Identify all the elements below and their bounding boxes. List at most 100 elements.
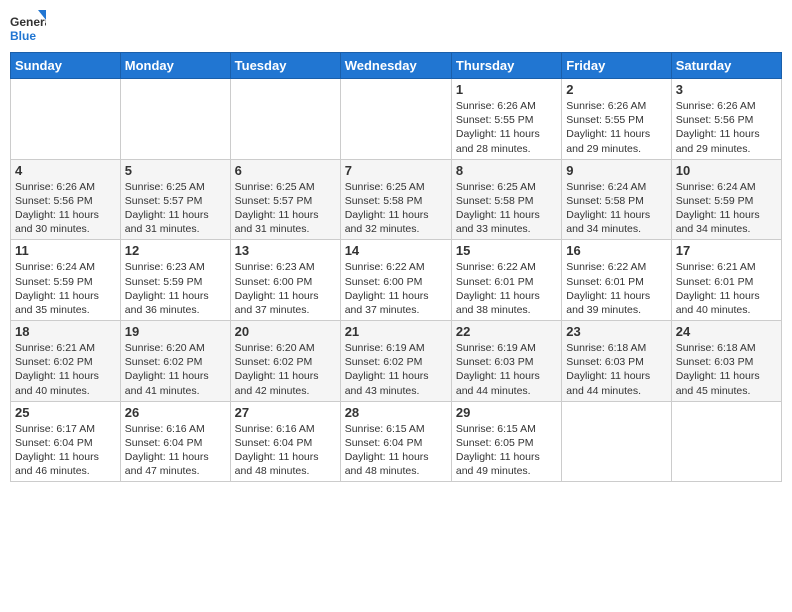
day-info: Sunrise: 6:26 AM Sunset: 5:56 PM Dayligh… [676,99,777,156]
day-number: 22 [456,324,557,339]
day-info: Sunrise: 6:19 AM Sunset: 6:02 PM Dayligh… [345,341,447,398]
calendar-cell: 22 Sunrise: 6:19 AM Sunset: 6:03 PM Dayli… [451,321,561,402]
calendar-cell: 2 Sunrise: 6:26 AM Sunset: 5:55 PM Daylig… [562,79,671,160]
day-info: Sunrise: 6:17 AM Sunset: 6:04 PM Dayligh… [15,422,116,479]
calendar-cell: 10 Sunrise: 6:24 AM Sunset: 5:59 PM Dayli… [671,159,781,240]
calendar-cell: 24 Sunrise: 6:18 AM Sunset: 6:03 PM Dayli… [671,321,781,402]
calendar-body: 1 Sunrise: 6:26 AM Sunset: 5:55 PM Daylig… [11,79,782,482]
calendar-cell: 25 Sunrise: 6:17 AM Sunset: 6:04 PM Dayli… [11,401,121,482]
day-number: 1 [456,82,557,97]
svg-text:Blue: Blue [10,29,36,43]
day-number: 19 [125,324,226,339]
calendar-cell: 18 Sunrise: 6:21 AM Sunset: 6:02 PM Dayli… [11,321,121,402]
day-number: 28 [345,405,447,420]
calendar-cell [340,79,451,160]
day-number: 9 [566,163,666,178]
day-info: Sunrise: 6:23 AM Sunset: 5:59 PM Dayligh… [125,260,226,317]
day-number: 25 [15,405,116,420]
calendar-cell: 12 Sunrise: 6:23 AM Sunset: 5:59 PM Dayli… [120,240,230,321]
day-info: Sunrise: 6:23 AM Sunset: 6:00 PM Dayligh… [235,260,336,317]
calendar-cell: 23 Sunrise: 6:18 AM Sunset: 6:03 PM Dayli… [562,321,671,402]
calendar-cell [671,401,781,482]
week-row-3: 11 Sunrise: 6:24 AM Sunset: 5:59 PM Dayli… [11,240,782,321]
calendar-cell: 3Sunrise: 6:26 AM Sunset: 5:56 PM Daylig… [671,79,781,160]
day-info: Sunrise: 6:19 AM Sunset: 6:03 PM Dayligh… [456,341,557,398]
day-number: 14 [345,243,447,258]
day-info: Sunrise: 6:21 AM Sunset: 6:01 PM Dayligh… [676,260,777,317]
day-info: Sunrise: 6:15 AM Sunset: 6:05 PM Dayligh… [456,422,557,479]
column-header-thursday: Thursday [451,53,561,79]
calendar-cell: 17 Sunrise: 6:21 AM Sunset: 6:01 PM Dayli… [671,240,781,321]
calendar-cell: 28 Sunrise: 6:15 AM Sunset: 6:04 PM Dayli… [340,401,451,482]
day-number: 24 [676,324,777,339]
day-number: 4 [15,163,116,178]
day-info: Sunrise: 6:25 AM Sunset: 5:57 PM Dayligh… [125,180,226,237]
day-info: Sunrise: 6:26 AM Sunset: 5:55 PM Dayligh… [566,99,666,156]
calendar-cell: 15 Sunrise: 6:22 AM Sunset: 6:01 PM Dayli… [451,240,561,321]
week-row-2: 4 Sunrise: 6:26 AM Sunset: 5:56 PM Daylig… [11,159,782,240]
calendar-cell: 9 Sunrise: 6:24 AM Sunset: 5:58 PM Daylig… [562,159,671,240]
calendar-cell: 20Sunrise: 6:20 AM Sunset: 6:02 PM Dayli… [230,321,340,402]
day-number: 12 [125,243,226,258]
day-info: Sunrise: 6:24 AM Sunset: 5:59 PM Dayligh… [676,180,777,237]
svg-text:General: General [10,15,46,29]
day-number: 29 [456,405,557,420]
calendar-cell: 16Sunrise: 6:22 AM Sunset: 6:01 PM Dayli… [562,240,671,321]
day-number: 18 [15,324,116,339]
day-number: 27 [235,405,336,420]
calendar-cell [230,79,340,160]
day-number: 5 [125,163,226,178]
day-number: 15 [456,243,557,258]
day-info: Sunrise: 6:20 AM Sunset: 6:02 PM Dayligh… [125,341,226,398]
day-info: Sunrise: 6:21 AM Sunset: 6:02 PM Dayligh… [15,341,116,398]
day-number: 23 [566,324,666,339]
calendar-cell: 14 Sunrise: 6:22 AM Sunset: 6:00 PM Dayli… [340,240,451,321]
day-number: 20 [235,324,336,339]
day-info: Sunrise: 6:25 AM Sunset: 5:57 PM Dayligh… [235,180,336,237]
day-info: Sunrise: 6:18 AM Sunset: 6:03 PM Dayligh… [676,341,777,398]
calendar-cell: 27 Sunrise: 6:16 AM Sunset: 6:04 PM Dayli… [230,401,340,482]
calendar-cell: 13Sunrise: 6:23 AM Sunset: 6:00 PM Dayli… [230,240,340,321]
calendar-cell: 29 Sunrise: 6:15 AM Sunset: 6:05 PM Dayli… [451,401,561,482]
day-info: Sunrise: 6:24 AM Sunset: 5:58 PM Dayligh… [566,180,666,237]
calendar-header: SundayMondayTuesdayWednesdayThursdayFrid… [11,53,782,79]
day-info: Sunrise: 6:22 AM Sunset: 6:00 PM Dayligh… [345,260,447,317]
day-info: Sunrise: 6:24 AM Sunset: 5:59 PM Dayligh… [15,260,116,317]
calendar-table: SundayMondayTuesdayWednesdayThursdayFrid… [10,52,782,482]
calendar-cell: 8Sunrise: 6:25 AM Sunset: 5:58 PM Daylig… [451,159,561,240]
day-info: Sunrise: 6:16 AM Sunset: 6:04 PM Dayligh… [125,422,226,479]
day-number: 11 [15,243,116,258]
logo-graphic: General Blue [10,10,50,46]
day-info: Sunrise: 6:25 AM Sunset: 5:58 PM Dayligh… [345,180,447,237]
calendar-cell: 1 Sunrise: 6:26 AM Sunset: 5:55 PM Daylig… [451,79,561,160]
calendar-cell [562,401,671,482]
day-info: Sunrise: 6:18 AM Sunset: 6:03 PM Dayligh… [566,341,666,398]
calendar-cell [120,79,230,160]
column-header-tuesday: Tuesday [230,53,340,79]
day-info: Sunrise: 6:16 AM Sunset: 6:04 PM Dayligh… [235,422,336,479]
column-header-monday: Monday [120,53,230,79]
calendar-cell: 19 Sunrise: 6:20 AM Sunset: 6:02 PM Dayli… [120,321,230,402]
column-header-saturday: Saturday [671,53,781,79]
day-number: 2 [566,82,666,97]
day-number: 10 [676,163,777,178]
day-info: Sunrise: 6:26 AM Sunset: 5:56 PM Dayligh… [15,180,116,237]
day-info: Sunrise: 6:22 AM Sunset: 6:01 PM Dayligh… [566,260,666,317]
logo: General Blue [10,10,50,46]
week-row-4: 18 Sunrise: 6:21 AM Sunset: 6:02 PM Dayli… [11,321,782,402]
week-row-1: 1 Sunrise: 6:26 AM Sunset: 5:55 PM Daylig… [11,79,782,160]
day-info: Sunrise: 6:15 AM Sunset: 6:04 PM Dayligh… [345,422,447,479]
calendar-cell: 11 Sunrise: 6:24 AM Sunset: 5:59 PM Dayli… [11,240,121,321]
day-info: Sunrise: 6:26 AM Sunset: 5:55 PM Dayligh… [456,99,557,156]
calendar-cell: 5 Sunrise: 6:25 AM Sunset: 5:57 PM Daylig… [120,159,230,240]
column-header-sunday: Sunday [11,53,121,79]
day-number: 6 [235,163,336,178]
week-row-5: 25 Sunrise: 6:17 AM Sunset: 6:04 PM Dayli… [11,401,782,482]
calendar-cell [11,79,121,160]
day-number: 7 [345,163,447,178]
column-header-wednesday: Wednesday [340,53,451,79]
day-info: Sunrise: 6:22 AM Sunset: 6:01 PM Dayligh… [456,260,557,317]
page-header: General Blue [10,10,782,46]
day-number: 17 [676,243,777,258]
day-number: 26 [125,405,226,420]
